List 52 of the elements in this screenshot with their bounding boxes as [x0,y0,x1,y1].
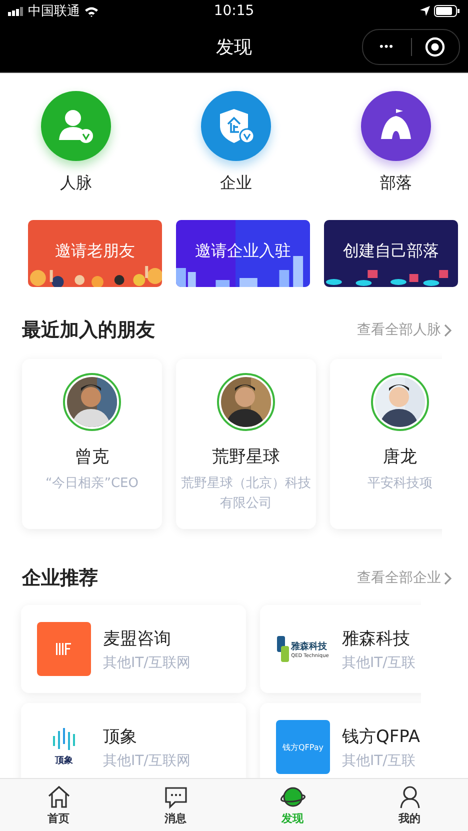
friend-name: 荒野星球 [212,446,280,468]
friend-card[interactable]: 唐龙 平安科技项 [330,359,442,529]
company-card[interactable]: 钱方QFPay 钱方QFPA 其他IT/互联 [260,703,421,778]
person-icon [398,784,422,808]
feature-label[interactable]: 部落 [380,173,412,194]
friend-description: 荒野星球（北京）科技有限公司 [180,475,312,513]
logo-text: 雅森科技 [291,640,328,652]
company-name: 雅森科技 [342,628,411,650]
carrier-name: 中国联通 [28,3,80,20]
banner-title[interactable]: 邀请老朋友 [55,241,135,262]
company-industry: 其他IT/互联 [342,654,416,672]
section-title: 企业推荐 [22,566,98,591]
battery-icon [434,5,460,17]
signal-icon [8,6,24,16]
tab-item[interactable]: 我的 [351,779,468,831]
company-logo-icon [37,622,91,676]
wifi-icon [84,6,99,16]
company-industry: 其他IT/互联 [342,752,416,770]
chevron-right-icon [444,572,452,584]
feature-label[interactable]: 人脉 [60,173,92,194]
location-arrow-icon [420,6,430,16]
page-title: 发现 [216,36,252,59]
person-circle-icon[interactable] [41,91,111,161]
tab-item[interactable]: 消息 [117,779,234,831]
chevron-right-icon [444,324,452,336]
planet-icon [278,784,306,808]
friend-card[interactable]: 荒野星球 荒野星球（北京）科技有限公司 [176,359,316,529]
more-button[interactable]: ••• [363,41,410,53]
company-name: 钱方QFPA [342,726,420,748]
logo-text: 顶象 [55,754,73,766]
friend-name: 唐龙 [383,446,417,468]
friend-description: “今日相亲”CEO [44,475,140,493]
friend-card[interactable]: 曾克 “今日相亲”CEO [22,359,162,529]
company-logo-icon [52,728,76,752]
company-card[interactable]: 顶象 顶象 其他IT/互联网 [21,703,246,778]
company-industry: 其他IT/互联网 [103,654,190,672]
home-icon [46,784,70,808]
company-name: 麦盟咨询 [103,628,172,650]
clock-time: 10:15 [214,3,254,19]
company-card[interactable]: 麦盟咨询 其他IT/互联网 [21,605,246,693]
friend-description: 平安科技项 [366,475,434,493]
company-name: 顶象 [103,726,138,748]
feature-label[interactable]: 企业 [220,173,252,194]
enterprise-circle-icon[interactable] [201,91,271,161]
section-title: 最近加入的朋友 [22,318,155,343]
tribe-circle-icon[interactable] [361,91,431,161]
friend-name: 曾克 [75,446,109,468]
tab-item[interactable]: 首页 [0,779,117,831]
company-industry: 其他IT/互联网 [103,752,190,770]
logo-text: 钱方QFPay [282,742,324,752]
company-logo-icon [277,636,290,662]
message-icon [164,784,188,808]
